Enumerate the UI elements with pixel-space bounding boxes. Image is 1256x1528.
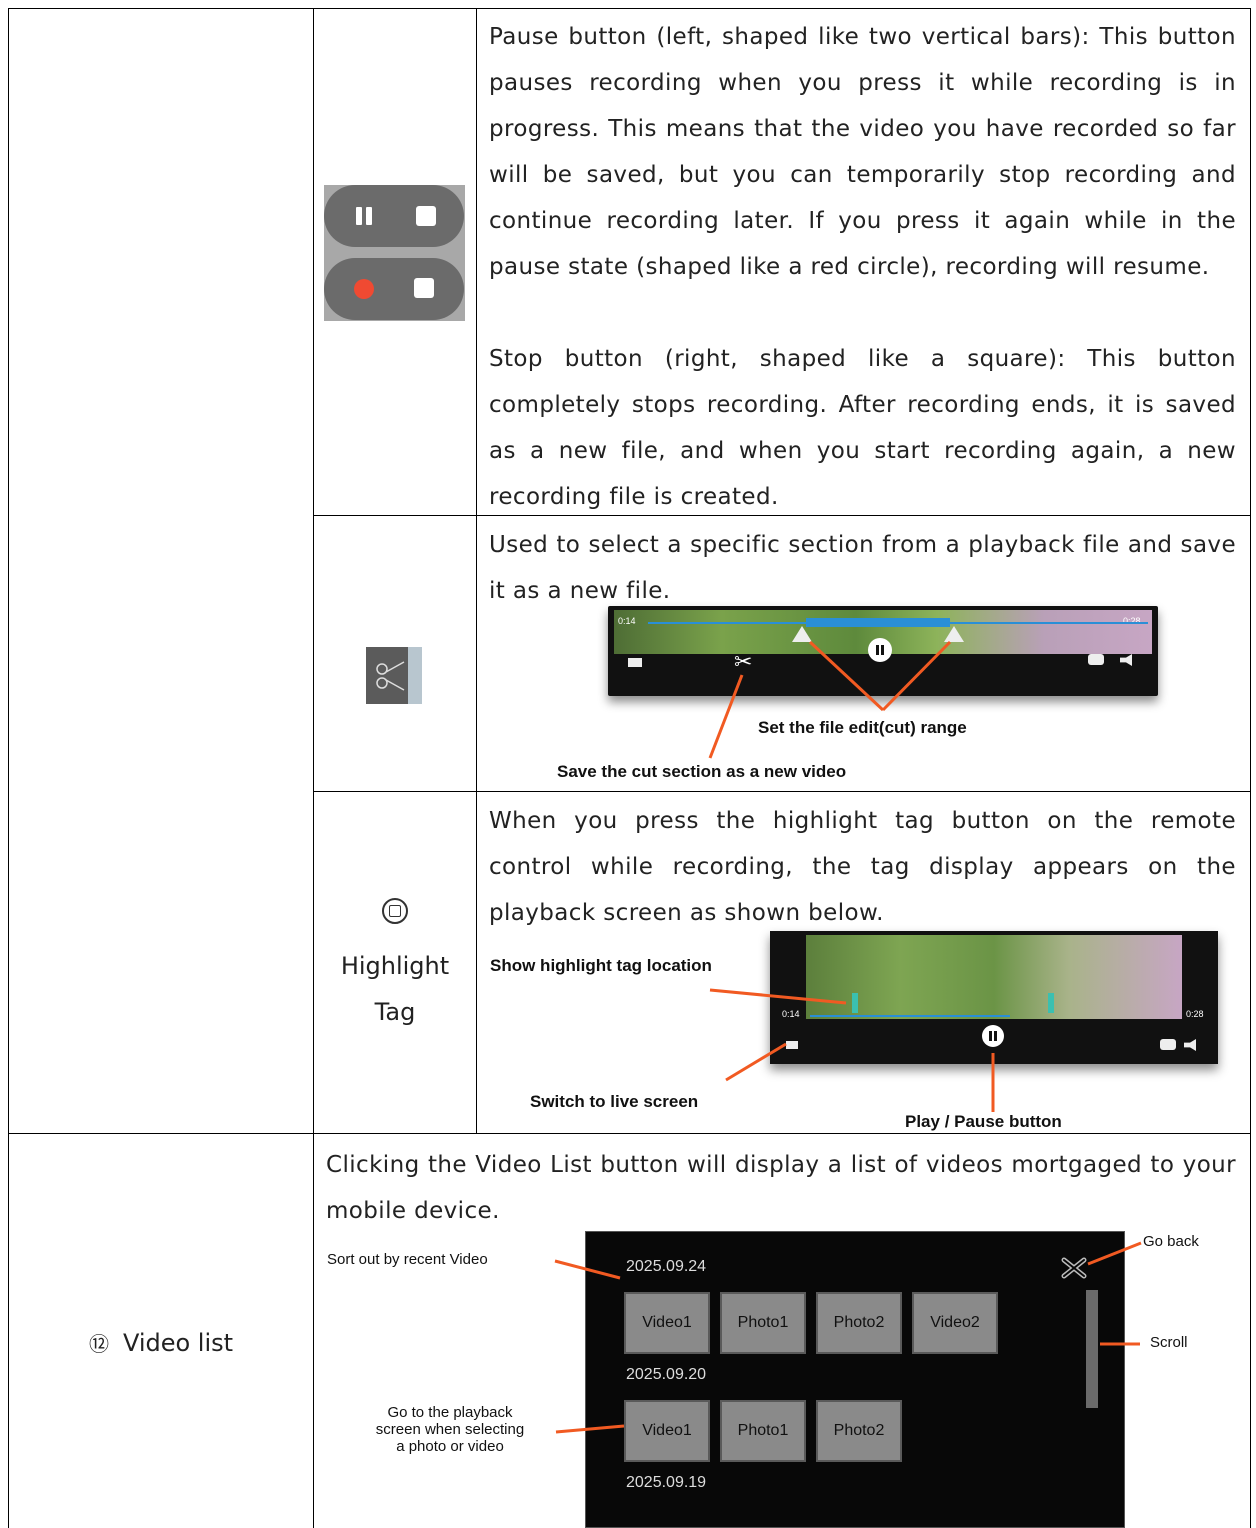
scissors-icon: ✂ — [734, 650, 753, 675]
label-switch-live: Switch to live screen — [530, 1092, 699, 1111]
label-play-pause: Play / Pause button — [905, 1112, 1062, 1131]
video-list-screen-image: 2025.09.24 Video1 Photo1 Photo2 Video2 2… — [585, 1231, 1125, 1528]
play-pause-icon — [982, 1025, 1004, 1047]
pause-description: Pause button (left, shaped like two vert… — [489, 24, 1236, 280]
label-go-to-playback: Go to the playback screen when selecting… — [375, 1404, 525, 1455]
scissors-icon — [366, 647, 422, 704]
camera-icon — [786, 1041, 798, 1049]
range-start-handle — [792, 626, 812, 642]
label-go-back: Go back — [1143, 1233, 1199, 1250]
cut-description: Used to select a specific section from a… — [489, 532, 1236, 604]
play-pause-icon — [868, 638, 892, 662]
time-end: 0:28 — [1186, 1009, 1204, 1019]
highlight-marker — [1048, 993, 1054, 1013]
label-scroll: Scroll — [1150, 1334, 1188, 1351]
cut-range-bar — [806, 618, 950, 627]
video-list-title: Video list — [122, 1329, 234, 1357]
time-start: 0:14 — [782, 1009, 800, 1019]
table-border-right — [1250, 8, 1251, 1528]
video-list-description: Clicking the Video List button will disp… — [326, 1152, 1236, 1224]
chat-icon — [1160, 1039, 1176, 1050]
photo-tile[interactable]: Photo2 — [816, 1292, 902, 1354]
cut-icon-cell — [314, 516, 476, 791]
date-header: 2025.09.20 — [626, 1366, 707, 1383]
video-frame — [806, 935, 1182, 1019]
label-save-cut: Save the cut section as a new video — [557, 762, 847, 781]
highlight-tag-label-1: Highlight — [340, 952, 450, 980]
timeline-line — [810, 1015, 1010, 1017]
camera-icon — [628, 658, 642, 667]
volume-icon — [1184, 1039, 1196, 1051]
label-cut-range: Set the file edit(cut) range — [758, 718, 967, 737]
stop-description: Stop button (right, shaped like a square… — [489, 346, 1236, 510]
highlight-marker — [852, 993, 858, 1013]
highlight-tag-icon — [382, 898, 408, 924]
record-icon — [354, 279, 374, 299]
time-start: 0:14 — [618, 616, 636, 626]
highlight-icon-cell: Highlight Tag — [314, 792, 476, 1133]
pause-stop-icon-cell — [314, 9, 476, 515]
close-icon[interactable] — [1060, 1256, 1088, 1280]
video-tile[interactable]: Video1 — [624, 1292, 710, 1354]
table-border-top — [8, 8, 1251, 9]
chat-icon — [1088, 654, 1104, 665]
date-header: 2025.09.24 — [626, 1258, 707, 1275]
highlight-player-image: 0:14 0:28 — [770, 931, 1218, 1064]
scrollbar[interactable] — [1086, 1290, 1098, 1408]
date-header: 2025.09.19 — [626, 1474, 707, 1491]
stop-icon — [416, 206, 436, 226]
stop-icon — [414, 278, 434, 298]
video-list-number: ⑫ — [88, 1332, 109, 1356]
pause-stop-pill — [324, 185, 464, 247]
photo-tile[interactable]: Photo1 — [720, 1400, 806, 1462]
video-tile[interactable]: Video2 — [912, 1292, 998, 1354]
volume-icon — [1120, 654, 1132, 666]
cut-player-image: 0:14 0:28 ✂ — [608, 606, 1158, 696]
highlight-tag-label-2: Tag — [374, 998, 416, 1026]
label-sort-recent: Sort out by recent Video — [327, 1251, 488, 1268]
table-col-divider-2 — [476, 8, 477, 1134]
record-stop-pill — [324, 258, 464, 320]
pause-icon — [356, 207, 376, 225]
video-list-label-cell: ⑫ Video list — [9, 1134, 313, 1528]
photo-tile[interactable]: Photo2 — [816, 1400, 902, 1462]
video-tile[interactable]: Video1 — [624, 1400, 710, 1462]
label-highlight-location: Show highlight tag location — [490, 956, 712, 975]
photo-tile[interactable]: Photo1 — [720, 1292, 806, 1354]
highlight-description: When you press the highlight tag button … — [489, 808, 1236, 926]
range-end-handle — [944, 626, 964, 642]
video-list-label: ⑫ Video list — [9, 1328, 313, 1357]
time-end: 0:28 — [1123, 616, 1141, 626]
